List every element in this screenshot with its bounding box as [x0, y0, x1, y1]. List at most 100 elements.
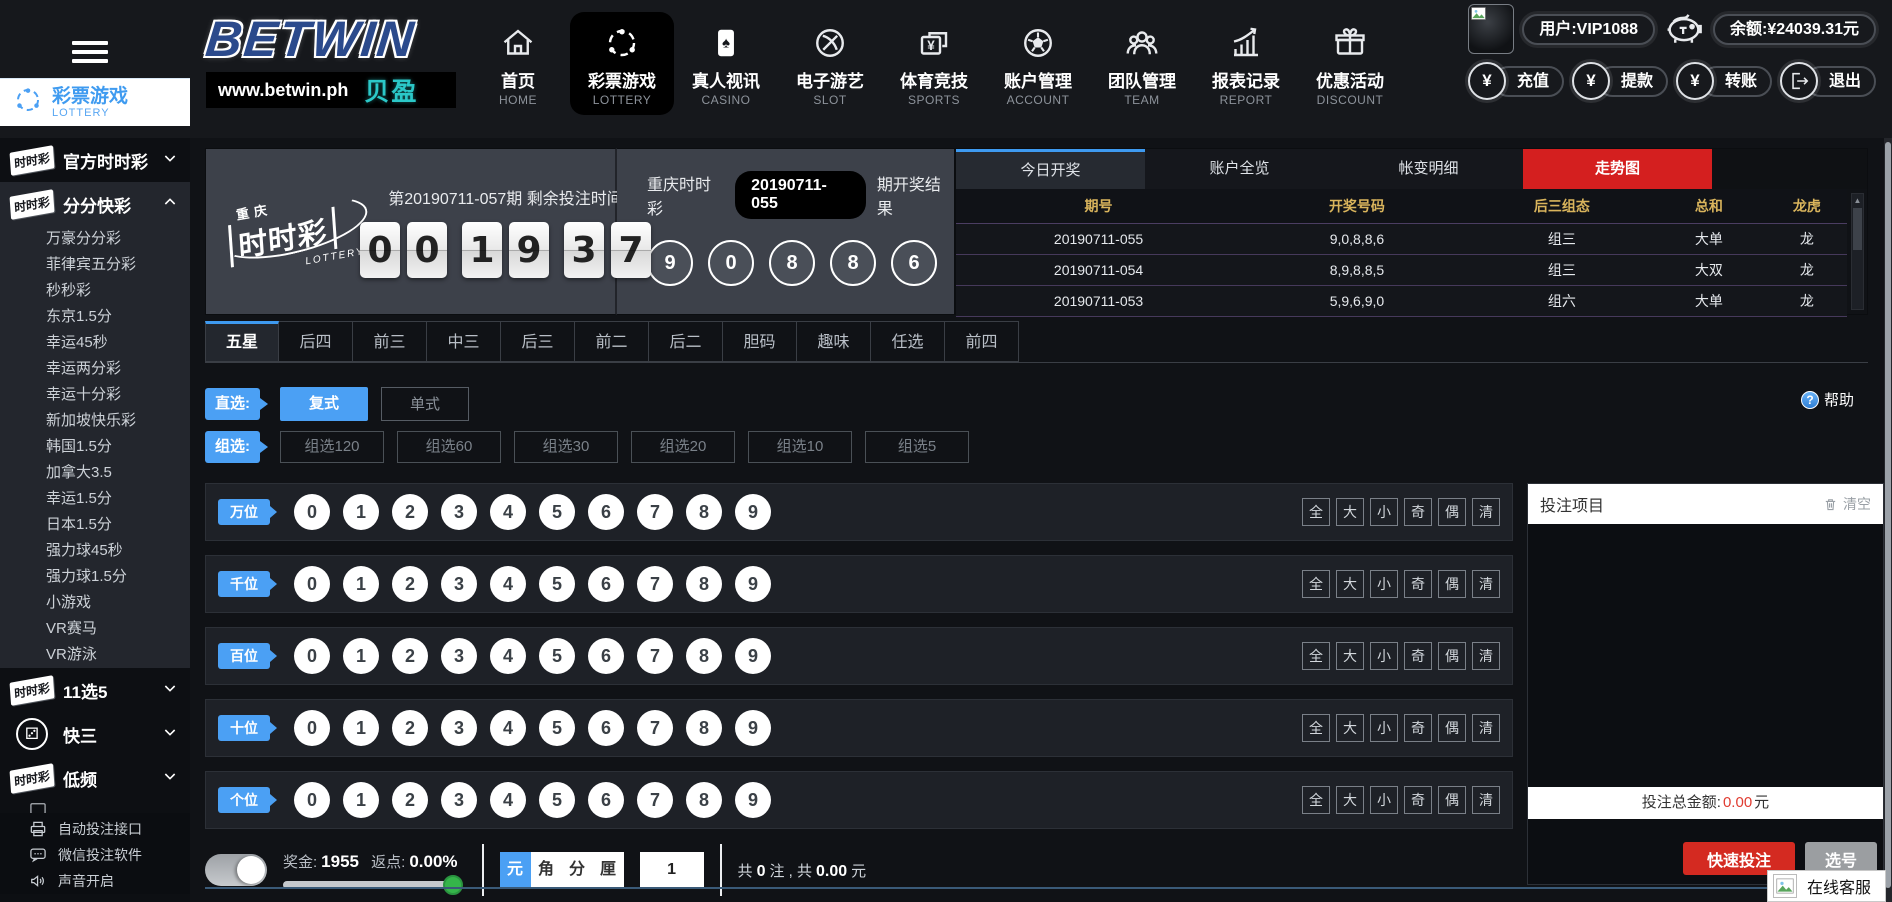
sidebar-group-11选5[interactable]: 时时彩11选5	[0, 668, 190, 712]
digit-ball-9[interactable]: 9	[735, 710, 771, 746]
tool-微信投注软件[interactable]: 微信投注软件	[0, 842, 190, 868]
row-tool-小[interactable]: 小	[1370, 714, 1398, 742]
sidebar-item-强力球1.5分[interactable]: 强力球1.5分	[0, 564, 190, 590]
scrollbar-thumb[interactable]	[1853, 208, 1862, 250]
row-tool-大[interactable]: 大	[1336, 642, 1364, 670]
digit-ball-8[interactable]: 8	[686, 494, 722, 530]
digit-ball-7[interactable]: 7	[637, 782, 673, 818]
group-option-组选60[interactable]: 组选60	[397, 431, 501, 463]
row-tool-清[interactable]: 清	[1472, 786, 1500, 814]
sidebar-item-VR游泳[interactable]: VR游泳	[0, 642, 190, 668]
brand-logo[interactable]: BETWIN www.betwin.ph 贝盈	[206, 8, 456, 108]
row-tool-全[interactable]: 全	[1302, 570, 1330, 598]
bet-tab-后二[interactable]: 后二	[649, 321, 723, 362]
prize-mode-toggle[interactable]	[205, 854, 267, 886]
trend-chart-button[interactable]: 走势图	[1523, 149, 1712, 189]
row-tool-清[interactable]: 清	[1472, 714, 1500, 742]
digit-ball-6[interactable]: 6	[588, 782, 624, 818]
digit-ball-6[interactable]: 6	[588, 566, 624, 602]
action-转账[interactable]: ¥转账	[1676, 62, 1772, 100]
row-tool-小[interactable]: 小	[1370, 498, 1398, 526]
digit-ball-8[interactable]: 8	[686, 638, 722, 674]
unit-元[interactable]: 元	[500, 852, 531, 888]
action-充值[interactable]: ¥充值	[1468, 62, 1564, 100]
menu-toggle-button[interactable]	[72, 36, 108, 68]
page-scrollbar[interactable]	[1884, 138, 1892, 902]
nav-item-team[interactable]: 团队管理TEAM	[1090, 12, 1194, 115]
avatar[interactable]	[1468, 4, 1514, 54]
row-tool-小[interactable]: 小	[1370, 642, 1398, 670]
action-退出[interactable]: 退出	[1780, 62, 1876, 100]
direct-option-复式[interactable]: 复式	[280, 387, 368, 421]
digit-ball-3[interactable]: 3	[441, 782, 477, 818]
sidebar-item-小游戏[interactable]: 小游戏	[0, 590, 190, 616]
bet-tab-任选[interactable]: 任选	[871, 321, 945, 362]
row-tool-小[interactable]: 小	[1370, 786, 1398, 814]
group-option-组选10[interactable]: 组选10	[748, 431, 852, 463]
row-tool-偶[interactable]: 偶	[1438, 642, 1466, 670]
sidebar-group-官方时时彩[interactable]: 时时彩官方时时彩	[0, 138, 190, 182]
digit-ball-9[interactable]: 9	[735, 638, 771, 674]
scroll-up-icon[interactable]: ▲	[1852, 194, 1863, 207]
clear-slip-button[interactable]: 清空	[1823, 494, 1871, 514]
digit-ball-2[interactable]: 2	[392, 638, 428, 674]
digit-ball-5[interactable]: 5	[539, 710, 575, 746]
sidebar-item-新加坡快乐彩[interactable]: 新加坡快乐彩	[0, 408, 190, 434]
digit-ball-0[interactable]: 0	[294, 782, 330, 818]
direct-option-单式[interactable]: 单式	[381, 387, 469, 421]
sidebar-item-幸运45秒[interactable]: 幸运45秒	[0, 330, 190, 356]
bet-tab-前二[interactable]: 前二	[575, 321, 649, 362]
digit-ball-3[interactable]: 3	[441, 566, 477, 602]
sidebar-item-韩国1.5分[interactable]: 韩国1.5分	[0, 434, 190, 460]
sidebar-item-万豪分分彩[interactable]: 万豪分分彩	[0, 226, 190, 252]
slider-knob[interactable]	[443, 875, 463, 895]
unit-角[interactable]: 角	[531, 852, 562, 888]
bet-tab-前三[interactable]: 前三	[353, 321, 427, 362]
row-tool-清[interactable]: 清	[1472, 642, 1500, 670]
digit-ball-5[interactable]: 5	[539, 782, 575, 818]
digit-ball-0[interactable]: 0	[294, 710, 330, 746]
action-提款[interactable]: ¥提款	[1572, 62, 1668, 100]
bet-tab-趣味[interactable]: 趣味	[797, 321, 871, 362]
group-option-组选30[interactable]: 组选30	[514, 431, 618, 463]
group-option-组选120[interactable]: 组选120	[280, 431, 384, 463]
row-tool-偶[interactable]: 偶	[1438, 498, 1466, 526]
digit-ball-0[interactable]: 0	[294, 494, 330, 530]
row-tool-奇[interactable]: 奇	[1404, 642, 1432, 670]
digit-ball-7[interactable]: 7	[637, 638, 673, 674]
bet-tab-后三[interactable]: 后三	[501, 321, 575, 362]
sidebar-item-日本1.5分[interactable]: 日本1.5分	[0, 512, 190, 538]
digit-ball-3[interactable]: 3	[441, 638, 477, 674]
bet-tab-中三[interactable]: 中三	[427, 321, 501, 362]
nav-item-report[interactable]: 报表记录REPORT	[1194, 12, 1298, 115]
row-tool-全[interactable]: 全	[1302, 786, 1330, 814]
digit-ball-1[interactable]: 1	[343, 494, 379, 530]
row-tool-清[interactable]: 清	[1472, 498, 1500, 526]
history-tab-今日开奖[interactable]: 今日开奖	[956, 149, 1145, 189]
history-tab-帐变明细[interactable]: 帐变明细	[1334, 149, 1523, 189]
digit-ball-1[interactable]: 1	[343, 710, 379, 746]
sidebar-item-幸运1.5分[interactable]: 幸运1.5分	[0, 486, 190, 512]
sidebar-item-强力球45秒[interactable]: 强力球45秒	[0, 538, 190, 564]
digit-ball-0[interactable]: 0	[294, 638, 330, 674]
row-tool-全[interactable]: 全	[1302, 498, 1330, 526]
row-tool-奇[interactable]: 奇	[1404, 570, 1432, 598]
row-tool-清[interactable]: 清	[1472, 570, 1500, 598]
row-tool-全[interactable]: 全	[1302, 642, 1330, 670]
digit-ball-4[interactable]: 4	[490, 710, 526, 746]
nav-item-casino[interactable]: ♠真人视讯CASINO	[674, 12, 778, 115]
digit-ball-8[interactable]: 8	[686, 782, 722, 818]
sidebar-item-VR赛马[interactable]: VR赛马	[0, 616, 190, 642]
row-tool-大[interactable]: 大	[1336, 714, 1364, 742]
digit-ball-1[interactable]: 1	[343, 566, 379, 602]
row-tool-偶[interactable]: 偶	[1438, 570, 1466, 598]
digit-ball-1[interactable]: 1	[343, 638, 379, 674]
digit-ball-8[interactable]: 8	[686, 710, 722, 746]
digit-ball-4[interactable]: 4	[490, 782, 526, 818]
nav-item-slot[interactable]: 电子游艺SLOT	[778, 12, 882, 115]
digit-ball-4[interactable]: 4	[490, 494, 526, 530]
unit-分[interactable]: 分	[562, 852, 593, 888]
sidebar-group-快三[interactable]: ⚂快三	[0, 712, 190, 756]
digit-ball-5[interactable]: 5	[539, 638, 575, 674]
group-option-组选20[interactable]: 组选20	[631, 431, 735, 463]
